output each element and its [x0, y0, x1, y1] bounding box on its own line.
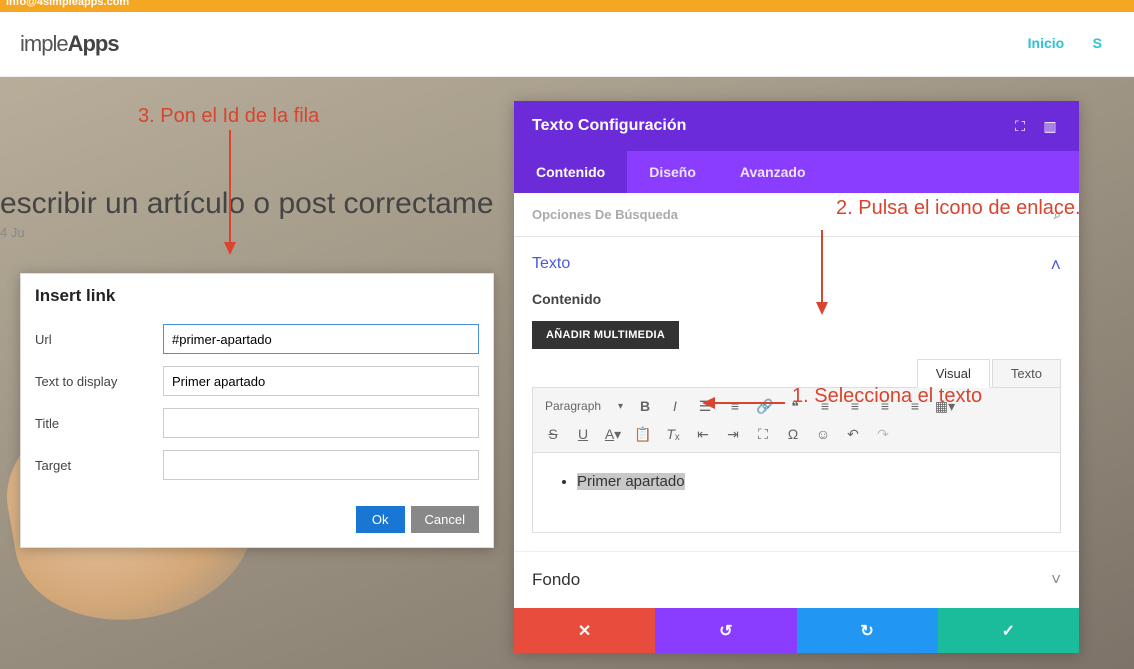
- redo-button[interactable]: ↻: [797, 608, 938, 653]
- logo: impleApps: [20, 31, 119, 57]
- tab-contenido[interactable]: Contenido: [514, 151, 627, 193]
- page-title: escribir un artículo o post correctame: [0, 187, 494, 221]
- text-color-icon[interactable]: A▾: [599, 420, 627, 448]
- columns-icon[interactable]: ▥: [1039, 118, 1061, 135]
- site-header: impleApps Inicio S: [0, 12, 1134, 77]
- redo-icon[interactable]: ↷: [869, 420, 897, 448]
- blockquote-icon[interactable]: ❝: [781, 392, 809, 420]
- editor-tab-visual[interactable]: Visual: [917, 359, 990, 388]
- target-select[interactable]: None: [163, 450, 479, 480]
- add-multimedia-button[interactable]: AÑADIR MULTIMEDIA: [532, 321, 679, 349]
- section-texto[interactable]: Texto˄: [532, 255, 1061, 273]
- topbar-email: info@4simpleapps.com: [6, 0, 129, 8]
- title-input[interactable]: [163, 408, 479, 438]
- chevron-up-icon: ˄: [1050, 255, 1061, 276]
- close-button[interactable]: ✕: [514, 608, 655, 653]
- underline-icon[interactable]: U: [569, 420, 597, 448]
- url-input[interactable]: [163, 324, 479, 354]
- editor-tab-texto[interactable]: Texto: [992, 359, 1061, 388]
- bullet-list-icon[interactable]: ☰: [691, 392, 719, 420]
- align-right-icon[interactable]: ≡: [871, 392, 899, 420]
- nav-s[interactable]: S: [1093, 35, 1102, 51]
- fullscreen-icon[interactable]: ⛶: [749, 420, 777, 448]
- strikethrough-icon[interactable]: S: [539, 420, 567, 448]
- undo-button[interactable]: ↺: [655, 608, 796, 653]
- editor-toolbar: Paragraph B I ☰ ≡ 🔗 ❝ ≡ ≡ ≡ ≡ ▦▾ S U A▾: [532, 387, 1061, 453]
- text-config-panel: Texto Configuración ⛶ ▥ Contenido Diseño…: [514, 101, 1079, 653]
- paragraph-select[interactable]: Paragraph: [539, 393, 629, 419]
- main-nav: Inicio S: [1016, 35, 1114, 53]
- text-to-display-input[interactable]: [163, 366, 479, 396]
- paste-text-icon[interactable]: 📋: [629, 420, 657, 448]
- target-label: Target: [35, 458, 163, 473]
- page-date: 4 Ju: [0, 225, 25, 240]
- italic-icon[interactable]: I: [661, 392, 689, 420]
- list-item[interactable]: Primer apartado: [577, 473, 1036, 490]
- title-label: Title: [35, 416, 163, 431]
- chevron-down-icon: ˅: [1051, 570, 1061, 590]
- clear-formatting-icon[interactable]: Tₓ: [659, 420, 687, 448]
- link-icon[interactable]: 🔗: [751, 392, 779, 420]
- tab-diseno[interactable]: Diseño: [627, 151, 718, 193]
- search-icon: ⌕: [1054, 207, 1061, 223]
- section-contenido-label: Contenido: [532, 291, 1061, 307]
- url-label: Url: [35, 332, 163, 347]
- modal-title: Insert link: [21, 274, 493, 324]
- save-button[interactable]: ✓: [938, 608, 1079, 653]
- emoji-icon[interactable]: ☺: [809, 420, 837, 448]
- cancel-button[interactable]: Cancel: [411, 506, 479, 533]
- expand-icon[interactable]: ⛶: [1009, 118, 1031, 135]
- tab-avanzado[interactable]: Avanzado: [718, 151, 828, 193]
- insert-link-modal: Insert link Url Text to display Title Ta…: [20, 273, 494, 548]
- indent-icon[interactable]: ⇥: [719, 420, 747, 448]
- outdent-icon[interactable]: ⇤: [689, 420, 717, 448]
- ok-button[interactable]: Ok: [356, 506, 405, 533]
- text-to-display-label: Text to display: [35, 374, 163, 389]
- panel-title: Texto Configuración: [532, 117, 1001, 135]
- editor-body[interactable]: Primer apartado: [532, 453, 1061, 533]
- align-justify-icon[interactable]: ≡: [901, 392, 929, 420]
- align-center-icon[interactable]: ≡: [841, 392, 869, 420]
- section-fondo[interactable]: Fondo ˅: [514, 551, 1079, 608]
- table-icon[interactable]: ▦▾: [931, 392, 959, 420]
- nav-inicio[interactable]: Inicio: [1028, 35, 1065, 51]
- search-options[interactable]: Opciones De Búsqueda ⌕: [514, 193, 1079, 237]
- bold-icon[interactable]: B: [631, 392, 659, 420]
- numbered-list-icon[interactable]: ≡: [721, 392, 749, 420]
- align-left-icon[interactable]: ≡: [811, 392, 839, 420]
- undo-icon[interactable]: ↶: [839, 420, 867, 448]
- special-char-icon[interactable]: Ω: [779, 420, 807, 448]
